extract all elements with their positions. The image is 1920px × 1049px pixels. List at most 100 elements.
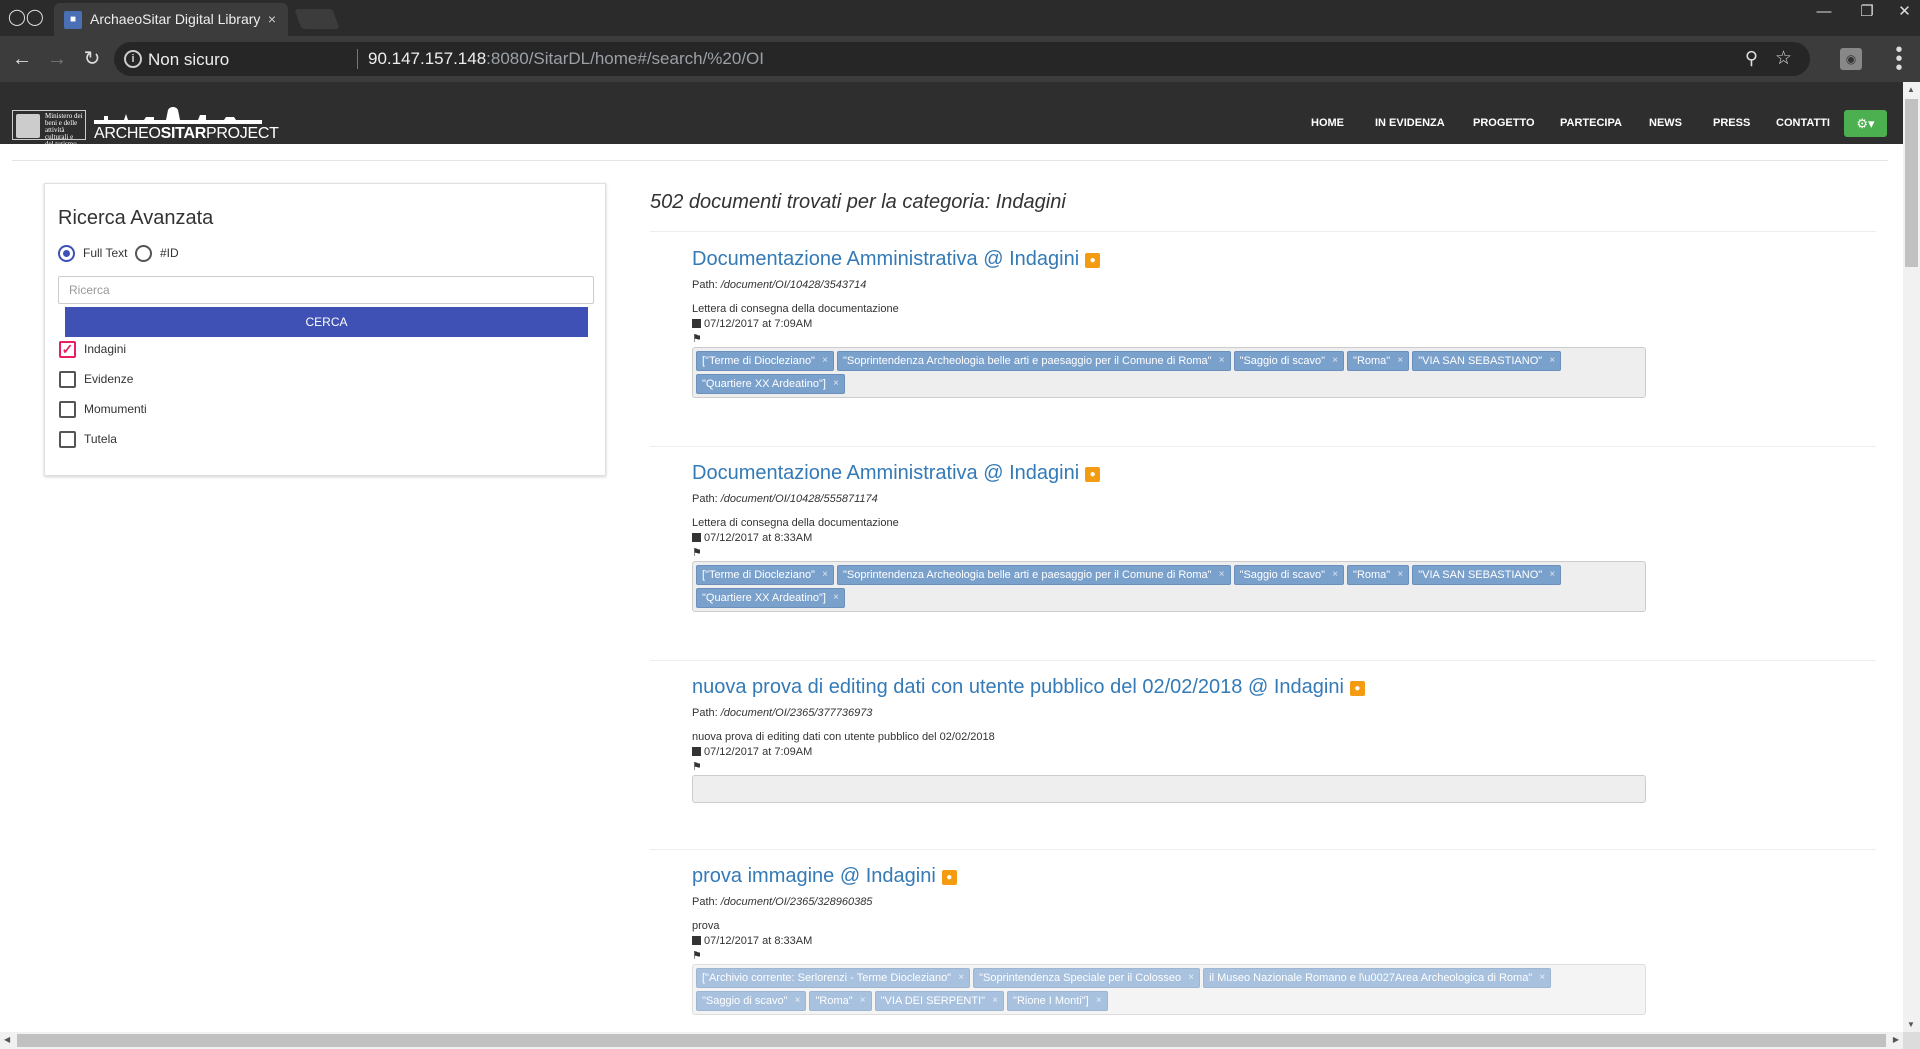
radio-full-text-label[interactable]: Full Text: [83, 246, 127, 260]
tag-list: ["Terme di Diocleziano" × "Soprintendenza …: [692, 561, 1646, 612]
tag-chip[interactable]: "Roma" ×: [1347, 565, 1410, 585]
tag-chip[interactable]: "Quartiere XX Ardeatino"] ×: [696, 588, 845, 608]
security-label[interactable]: Non sicuro: [148, 50, 229, 70]
window-close-icon[interactable]: ✕: [1889, 0, 1920, 24]
nav-contatti[interactable]: CONTATTI: [1776, 117, 1830, 129]
tag-remove-icon[interactable]: ×: [1332, 566, 1338, 584]
tag-list: ["Terme di Diocleziano" × "Soprintendenza …: [692, 347, 1646, 398]
scroll-up-icon[interactable]: ▲: [1907, 85, 1915, 94]
archeositar-logo[interactable]: ARCHEOSITARPROJECT: [94, 106, 279, 142]
tag-remove-icon[interactable]: ×: [822, 352, 828, 370]
tags-icon: ⚑: [692, 761, 702, 773]
tag-chip-label: ["Terme di Diocleziano": [702, 355, 815, 367]
tag-chip[interactable]: "Soprintendenza Archeologia belle arti e…: [836, 351, 1231, 371]
incognito-icon: ◯◯: [8, 9, 44, 26]
scroll-down-icon[interactable]: ▼: [1907, 1020, 1915, 1029]
tag-remove-icon[interactable]: ×: [822, 566, 828, 584]
nav-in-evidenza[interactable]: IN EVIDENZA: [1375, 117, 1445, 129]
bookmark-star-icon[interactable]: ☆: [1775, 47, 1792, 70]
tag-remove-icon[interactable]: ×: [1549, 566, 1555, 584]
tag-remove-icon[interactable]: ×: [1549, 352, 1555, 370]
tag-chip[interactable]: "VIA SAN SEBASTIANO" ×: [1412, 565, 1562, 585]
tag-chip[interactable]: "Soprintendenza Archeologia belle arti e…: [836, 565, 1231, 585]
results-heading: 502 documenti trovati per la categoria: …: [650, 191, 1066, 213]
nav-press[interactable]: PRESS: [1713, 117, 1750, 129]
back-arrow-icon[interactable]: ←: [10, 47, 34, 71]
reload-icon[interactable]: ↻: [80, 47, 104, 71]
checkbox-indagini[interactable]: ✓: [59, 341, 76, 358]
tag-remove-icon[interactable]: ×: [1219, 566, 1225, 584]
archeositar-logo-text: ARCHEOSITARPROJECT: [94, 125, 279, 143]
tag-remove-icon[interactable]: ×: [833, 589, 839, 607]
checkbox-evidenze[interactable]: [59, 371, 76, 388]
radio-id-label[interactable]: #ID: [160, 246, 179, 260]
bottom-overlay: [0, 962, 1903, 1032]
result-divider: [650, 660, 1876, 661]
address-bar[interactable]: i Non sicuro 90.147.157.148:8080/SitarDL…: [114, 42, 1810, 76]
tag-chip[interactable]: "VIA SAN SEBASTIANO" ×: [1412, 351, 1562, 371]
rss-icon[interactable]: ●: [1085, 467, 1101, 482]
browser-menu-icon[interactable]: • • •: [1892, 40, 1906, 78]
checkbox-momumenti[interactable]: [59, 401, 76, 418]
search-button[interactable]: CERCA: [65, 307, 588, 337]
calendar-icon: [692, 533, 701, 542]
tag-remove-icon[interactable]: ×: [1397, 352, 1403, 370]
result-title-link[interactable]: Documentazione Amministrativa @ Indagini: [692, 248, 1079, 270]
result-title-link[interactable]: prova immagine @ Indagini: [692, 865, 936, 887]
horizontal-scrollbar[interactable]: ◀ ▶: [0, 1032, 1903, 1049]
radio-id[interactable]: [135, 245, 152, 262]
scroll-right-icon[interactable]: ▶: [1893, 1035, 1899, 1044]
radio-full-text[interactable]: [58, 245, 75, 262]
rss-icon[interactable]: ●: [1085, 253, 1101, 268]
result-path: /document/OI/10428/555871174: [720, 493, 878, 505]
ministry-emblem-icon: [16, 114, 40, 138]
tag-chip[interactable]: ["Terme di Diocleziano" ×: [696, 351, 834, 371]
result-title-link[interactable]: nuova prova di editing dati con utente p…: [692, 676, 1344, 698]
url-text[interactable]: 90.147.157.148:8080/SitarDL/home#/search…: [368, 49, 764, 69]
nav-news[interactable]: NEWS: [1649, 117, 1682, 129]
checkbox-momumenti-label[interactable]: Momumenti: [84, 402, 147, 416]
tag-chip[interactable]: "Roma" ×: [1347, 351, 1410, 371]
ministry-logo[interactable]: Ministero dei beni e delle attività cult…: [12, 110, 86, 148]
tab-title: ArchaeoSitar Digital Library: [90, 11, 261, 27]
result-title-link[interactable]: Documentazione Amministrativa @ Indagini: [692, 462, 1079, 484]
calendar-icon: [692, 936, 701, 945]
checkbox-indagini-label[interactable]: Indagini: [84, 342, 126, 356]
tab-close-icon[interactable]: ×: [268, 11, 276, 27]
nav-home[interactable]: HOME: [1311, 117, 1344, 129]
result-date: 07/12/2017 at 8:33AM: [704, 532, 813, 544]
window-minimize-icon[interactable]: —: [1803, 0, 1845, 24]
browser-tab[interactable]: ■ ArchaeoSitar Digital Library ×: [54, 3, 288, 36]
tag-chip[interactable]: "Saggio di scavo" ×: [1233, 565, 1345, 585]
checkbox-tutela[interactable]: [59, 431, 76, 448]
tag-remove-icon[interactable]: ×: [1397, 566, 1403, 584]
result-path: /document/OI/10428/3543714: [720, 279, 867, 291]
search-input[interactable]: [58, 276, 594, 304]
tag-remove-icon[interactable]: ×: [833, 375, 839, 393]
checkbox-evidenze-label[interactable]: Evidenze: [84, 372, 133, 386]
settings-gear-button[interactable]: ⚙▾: [1844, 110, 1887, 137]
rss-extension-icon[interactable]: ◉: [1840, 48, 1862, 70]
tag-chip[interactable]: "Quartiere XX Ardeatino"] ×: [696, 374, 845, 394]
window-restore-icon[interactable]: ❐: [1846, 0, 1888, 24]
tag-chip[interactable]: ["Terme di Diocleziano" ×: [696, 565, 834, 585]
scroll-left-icon[interactable]: ◀: [4, 1035, 10, 1044]
vertical-scroll-thumb[interactable]: [1905, 99, 1918, 267]
nav-progetto[interactable]: PROGETTO: [1473, 117, 1535, 129]
rss-icon[interactable]: ●: [1349, 681, 1365, 696]
checkbox-tutela-label[interactable]: Tutela: [84, 432, 117, 446]
tag-chip[interactable]: "Saggio di scavo" ×: [1233, 351, 1345, 371]
forward-arrow-icon[interactable]: →: [45, 47, 69, 71]
info-icon[interactable]: i: [124, 50, 142, 68]
horizontal-scroll-thumb[interactable]: [17, 1034, 1886, 1047]
new-tab-button[interactable]: [294, 9, 340, 29]
path-label: Path:: [692, 896, 718, 908]
rss-icon[interactable]: ●: [941, 870, 957, 885]
vertical-scrollbar[interactable]: ▲ ▼: [1903, 82, 1920, 1032]
path-label: Path:: [692, 707, 718, 719]
nav-partecipa[interactable]: PARTECIPA: [1560, 117, 1622, 129]
result-divider: [650, 231, 1876, 232]
zoom-icon[interactable]: ⚲: [1745, 48, 1758, 69]
tag-remove-icon[interactable]: ×: [1219, 352, 1225, 370]
tag-remove-icon[interactable]: ×: [1332, 352, 1338, 370]
